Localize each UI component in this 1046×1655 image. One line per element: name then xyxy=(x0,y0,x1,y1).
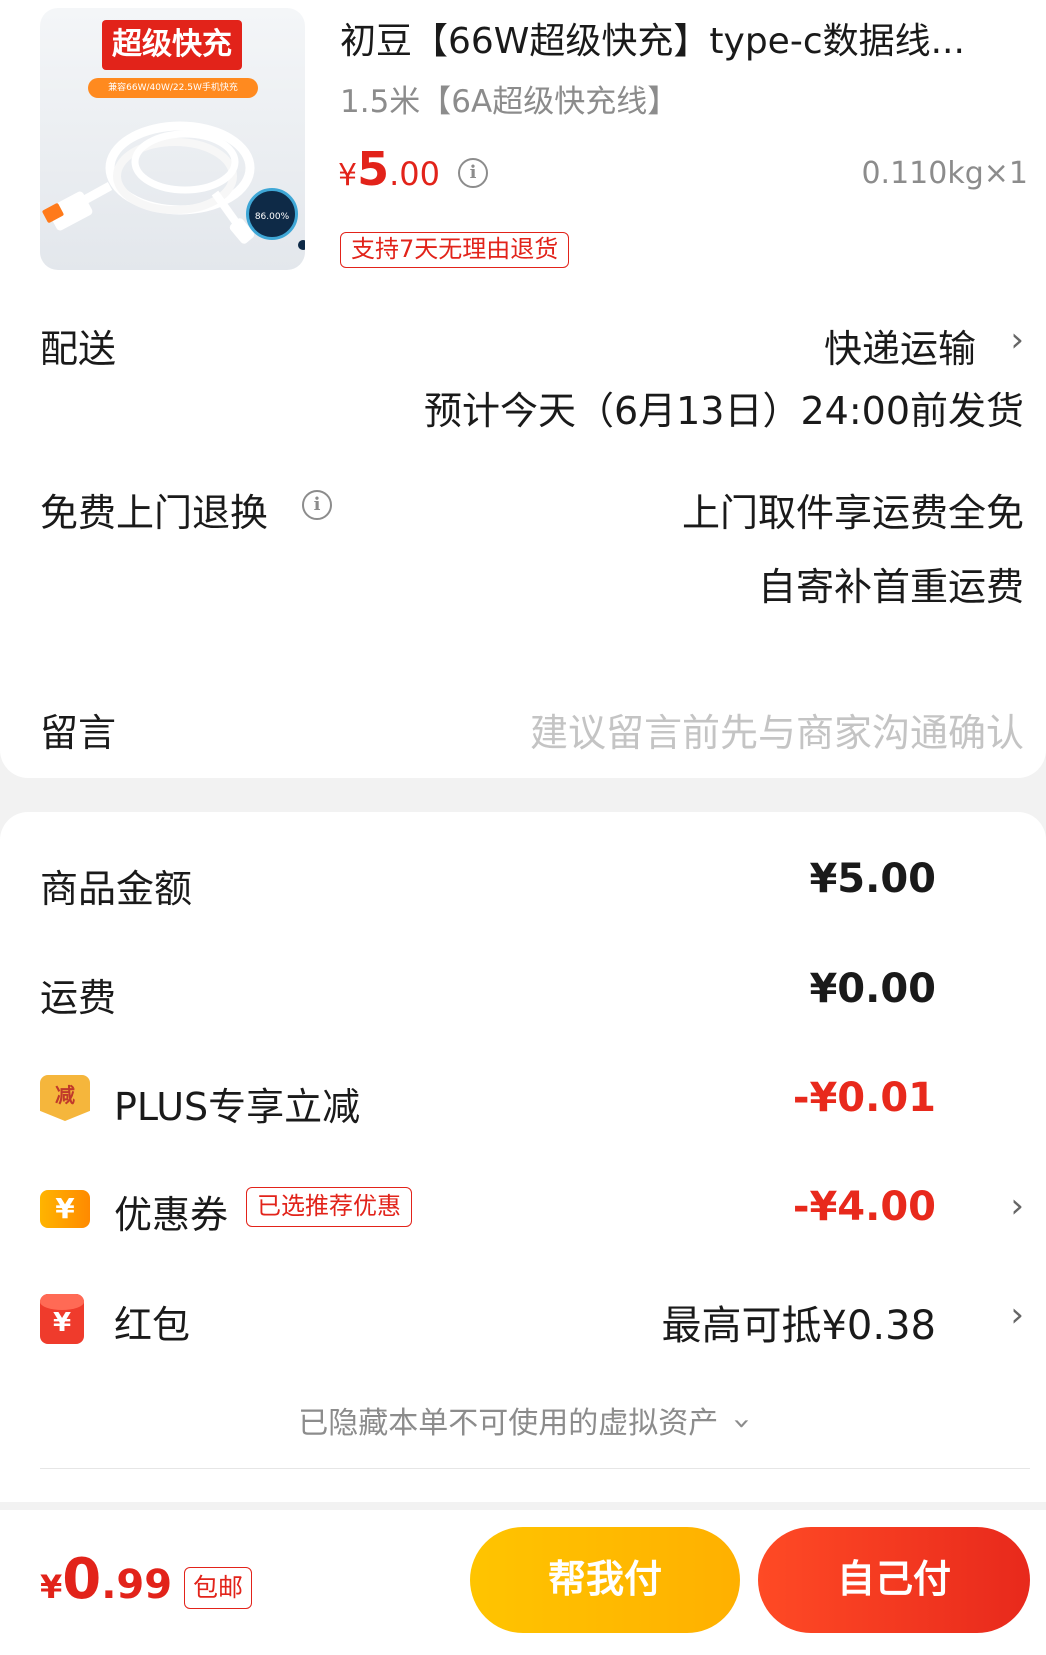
chevron-right-icon[interactable]: › xyxy=(1010,320,1024,360)
coupon-icon: ¥ xyxy=(40,1190,90,1228)
self-pay-button[interactable]: 自己付 xyxy=(758,1527,1030,1633)
red-packet-label[interactable]: 红包 xyxy=(114,1294,190,1349)
chevron-right-icon[interactable]: › xyxy=(1010,1295,1024,1335)
total-currency: ¥ xyxy=(40,1568,63,1606)
product-price: ¥5.00 xyxy=(338,142,440,196)
info-icon[interactable]: i xyxy=(458,158,488,188)
return-policy-tag: 支持7天无理由退货 xyxy=(340,232,570,268)
chevron-down-icon: › xyxy=(724,1417,760,1430)
coupon-label[interactable]: 优惠券 xyxy=(114,1184,228,1239)
price-currency: ¥ xyxy=(338,158,358,193)
coupon-value[interactable]: -¥4.00 xyxy=(793,1184,936,1230)
plus-discount-value: -¥0.01 xyxy=(792,1075,936,1121)
message-input[interactable]: 建议留言前先与商家沟通确认 xyxy=(530,702,1024,757)
delivery-method[interactable]: 快递运输 xyxy=(824,318,976,373)
return-service-self-send: 自寄补首重运费 xyxy=(757,565,1024,609)
divider xyxy=(40,1468,1030,1469)
hidden-assets-text: 已隐藏本单不可使用的虚拟资产 xyxy=(298,1406,719,1441)
red-packet-icon: ¥ xyxy=(40,1294,84,1344)
delivery-estimate: 预计今天（6月13日）24:00前发货 xyxy=(423,389,1024,433)
goods-amount-value: ¥5.00 xyxy=(809,856,936,902)
return-service-label: 免费上门退换 xyxy=(40,491,269,535)
image-gauge: 86.00% xyxy=(246,188,298,240)
free-shipping-badge: 包邮 xyxy=(184,1567,253,1609)
product-spec: 1.5米【6A超级快充线】 xyxy=(340,84,679,120)
red-packet-value[interactable]: 最高可抵¥0.38 xyxy=(661,1293,936,1351)
message-label: 留言 xyxy=(40,711,117,755)
plus-discount-label: PLUS专享立减 xyxy=(114,1085,361,1129)
image-banner: 超级快充 xyxy=(102,20,242,70)
shipping-label: 运费 xyxy=(40,976,117,1020)
product-weight-qty: 0.110kg×1 xyxy=(861,156,1028,191)
chevron-right-icon[interactable]: › xyxy=(1010,1186,1024,1226)
delivery-label: 配送 xyxy=(40,327,117,371)
goods-amount-label: 商品金额 xyxy=(40,867,193,911)
help-pay-button[interactable]: 帮我付 xyxy=(470,1527,740,1633)
total-integer: 0 xyxy=(62,1547,102,1612)
hidden-assets-toggle[interactable]: 已隐藏本单不可使用的虚拟资产 › xyxy=(0,1398,1046,1442)
return-service-pickup: 上门取件享运费全免 xyxy=(681,491,1024,535)
price-decimal: .00 xyxy=(389,155,440,193)
cable-illustration xyxy=(42,121,255,244)
red-packet-symbol: ¥ xyxy=(52,1308,72,1338)
product-image[interactable]: 超级快充 兼容66W/40W/22.5W手机快充 86.00% xyxy=(40,8,305,270)
price-integer: 5 xyxy=(357,142,390,196)
decor-dot xyxy=(298,240,305,250)
total-decimal: .99 xyxy=(101,1562,173,1608)
shipping-value: ¥0.00 xyxy=(809,966,936,1012)
coupon-selected-tag: 已选推荐优惠 xyxy=(246,1187,412,1227)
product-title[interactable]: 初豆【66W超级快充】type-c数据线... xyxy=(340,12,1020,64)
image-subbanner: 兼容66W/40W/22.5W手机快充 xyxy=(88,78,258,98)
total-price: ¥0.99 xyxy=(40,1547,172,1612)
info-icon[interactable]: i xyxy=(302,490,332,520)
